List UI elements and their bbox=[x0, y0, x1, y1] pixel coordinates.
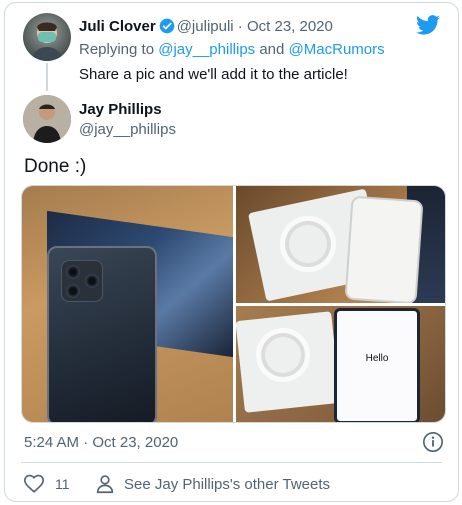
media-photo-2[interactable] bbox=[236, 186, 445, 303]
like-count: 11 bbox=[55, 476, 70, 492]
reply-tweet-text: Share a pic and we'll add it to the arti… bbox=[79, 66, 348, 83]
replying-to-line: Replying to @jay__phillips and @MacRumor… bbox=[79, 40, 385, 60]
avatar-photo-icon bbox=[31, 22, 63, 61]
heart-icon bbox=[24, 474, 44, 493]
camera-module bbox=[61, 260, 103, 302]
avatar-jay-phillips[interactable] bbox=[23, 95, 71, 143]
embedded-tweet-card: Juli Clover @julipuli · Oct 23, 2020 Repl… bbox=[4, 2, 459, 502]
tweet-media-grid: Hello bbox=[21, 185, 446, 423]
twitter-bird-icon[interactable] bbox=[416, 15, 440, 35]
reply-separator: · bbox=[237, 18, 243, 35]
cable-coil bbox=[280, 216, 336, 272]
reply-date[interactable]: Oct 23, 2020 bbox=[247, 18, 333, 35]
camera-lens bbox=[85, 274, 99, 288]
other-tweets-label: See Jay Phillips's other Tweets bbox=[124, 475, 331, 493]
reply-author-handle[interactable]: @julipuli bbox=[177, 18, 234, 35]
hello-screen-text: Hello bbox=[365, 353, 389, 364]
replying-prefix: Replying to bbox=[79, 41, 155, 58]
info-icon[interactable] bbox=[422, 431, 444, 453]
main-tweet-text: Done :) bbox=[24, 156, 87, 177]
phone-screen: Hello bbox=[334, 308, 420, 422]
tweet-timestamp[interactable]: 5:24 AM · Oct 23, 2020 bbox=[24, 433, 178, 453]
avatar-photo-icon bbox=[23, 95, 71, 143]
reply-author-name[interactable]: Juli Clover bbox=[79, 18, 156, 35]
mention-macrumors[interactable]: @MacRumors bbox=[289, 41, 385, 58]
like-button[interactable]: 11 bbox=[23, 473, 70, 495]
person-icon bbox=[96, 475, 114, 494]
media-photo-3[interactable]: Hello bbox=[236, 306, 445, 422]
camera-lens bbox=[66, 284, 80, 298]
replying-and: and bbox=[259, 41, 285, 58]
mention-jay-phillips[interactable]: @jay__phillips bbox=[158, 41, 255, 58]
main-author-handle[interactable]: @jay__phillips bbox=[79, 120, 176, 140]
cable-coil bbox=[256, 328, 310, 382]
main-author-name[interactable]: Jay Phillips bbox=[79, 100, 162, 120]
phone-wrapped bbox=[344, 195, 424, 303]
phone-back bbox=[47, 246, 157, 422]
media-photo-1[interactable] bbox=[22, 186, 233, 422]
avatar-juli-clover[interactable] bbox=[23, 13, 71, 61]
reply-tweet-header: Juli Clover @julipuli · Oct 23, 2020 bbox=[79, 17, 333, 37]
thread-connector-line bbox=[46, 63, 48, 91]
other-tweets-link[interactable]: See Jay Phillips's other Tweets bbox=[94, 473, 330, 495]
camera-lens bbox=[66, 265, 80, 279]
verified-badge-icon bbox=[159, 18, 175, 34]
divider bbox=[21, 462, 442, 463]
